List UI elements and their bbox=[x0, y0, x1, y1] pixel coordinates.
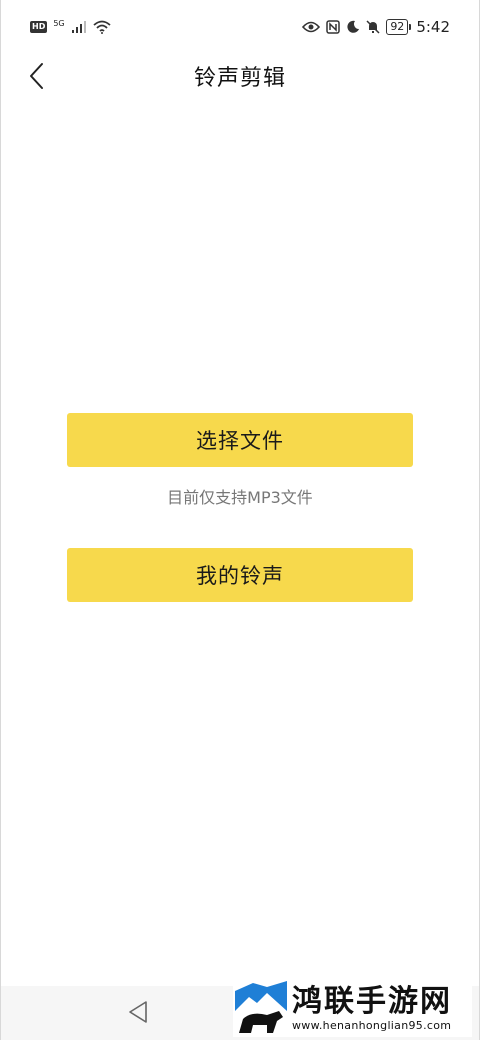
page-title: 铃声剪辑 bbox=[193, 66, 286, 91]
nav-back-triangle-icon[interactable] bbox=[127, 1000, 149, 1024]
format-hint: 目前仅支持MP3文件 bbox=[167, 488, 313, 507]
battery-indicator: 92 bbox=[386, 19, 412, 35]
bell-off-icon bbox=[366, 20, 380, 34]
moon-icon bbox=[347, 20, 360, 33]
screen-frame bbox=[0, 0, 480, 1040]
wifi-icon bbox=[93, 20, 111, 34]
watermark-logo-icon bbox=[233, 981, 287, 1037]
select-file-button[interactable]: 选择文件 bbox=[67, 413, 413, 467]
status-right: 92 5:42 bbox=[302, 18, 450, 36]
status-bar: HD 5G 92 5:42 bbox=[0, 0, 480, 54]
app-header: 铃声剪辑 bbox=[0, 54, 480, 98]
network-label: 5G bbox=[53, 18, 65, 28]
watermark-url: www.henanhonglian95.com bbox=[292, 1019, 452, 1032]
watermark-text: 鸿联手游网 www.henanhonglian95.com bbox=[287, 985, 452, 1033]
nfc-icon bbox=[326, 20, 341, 34]
my-ringtones-button[interactable]: 我的铃声 bbox=[67, 548, 413, 602]
watermark: 鸿联手游网 www.henanhonglian95.com bbox=[233, 981, 472, 1037]
hd-badge: HD bbox=[30, 21, 48, 33]
signal-icon bbox=[71, 21, 86, 33]
clock: 5:42 bbox=[416, 18, 450, 36]
eye-icon bbox=[302, 21, 321, 33]
status-left: HD 5G bbox=[30, 18, 111, 34]
watermark-title: 鸿联手游网 bbox=[292, 984, 452, 1019]
